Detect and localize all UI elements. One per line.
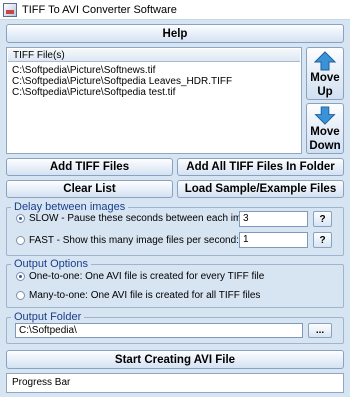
fast-help-label: ?: [319, 234, 326, 246]
add-tiff-files-label: Add TIFF Files: [49, 161, 130, 173]
tiff-file-list[interactable]: TIFF File(s) C:\Softpedia\Picture\Softne…: [6, 47, 302, 154]
start-creating-avi-label: Start Creating AVI File: [114, 353, 236, 366]
app-icon: [3, 2, 17, 17]
slow-seconds-input[interactable]: 3: [239, 211, 308, 227]
fast-rate-input[interactable]: 1: [239, 232, 308, 248]
help-button-label: Help: [162, 27, 188, 40]
add-tiff-files-button[interactable]: Add TIFF Files: [6, 158, 173, 176]
move-up-label-1: Move: [310, 72, 340, 84]
fast-help-button[interactable]: ?: [313, 232, 332, 248]
move-down-button[interactable]: Move Down: [306, 103, 344, 154]
start-creating-avi-button[interactable]: Start Creating AVI File: [6, 350, 344, 369]
slow-help-button[interactable]: ?: [313, 211, 332, 227]
arrow-down-icon: [314, 106, 336, 125]
fast-radio[interactable]: [16, 236, 25, 245]
one-to-one-radio[interactable]: [16, 272, 25, 281]
output-folder-input[interactable]: C:\Softpedia\: [15, 323, 303, 338]
many-to-one-radio[interactable]: [16, 291, 25, 300]
slow-help-label: ?: [319, 213, 326, 225]
clear-list-label: Clear List: [63, 183, 116, 195]
many-to-one-label: Many-to-one: One AVI file is created for…: [29, 290, 261, 301]
progress-bar-label: Progress Bar: [12, 377, 71, 388]
add-all-tiff-in-folder-label: Add All TIFF Files In Folder: [186, 161, 335, 173]
move-down-label-2: Down: [309, 140, 341, 152]
move-up-button[interactable]: Move Up: [306, 47, 344, 100]
move-up-label-2: Up: [317, 86, 333, 98]
arrow-up-icon: [314, 51, 336, 71]
help-button[interactable]: Help: [6, 24, 344, 43]
browse-folder-button[interactable]: ...: [308, 323, 332, 338]
browse-folder-label: ...: [315, 325, 325, 336]
clear-list-button[interactable]: Clear List: [6, 180, 173, 198]
list-header: TIFF File(s): [8, 49, 300, 62]
output-folder-label: Output Folder: [11, 311, 85, 323]
slow-radio[interactable]: [16, 214, 25, 223]
add-all-tiff-in-folder-button[interactable]: Add All TIFF Files In Folder: [177, 158, 344, 176]
list-item[interactable]: C:\Softpedia\Picture\Softpedia test.tif: [12, 87, 175, 98]
fast-label: FAST - Show this many image files per se…: [29, 235, 239, 246]
title-bar: TIFF To AVI Converter Software: [0, 0, 350, 20]
output-options-label: Output Options: [11, 258, 91, 270]
list-item[interactable]: C:\Softpedia\Picture\Softpedia Leaves_HD…: [12, 76, 232, 87]
one-to-one-label: One-to-one: One AVI file is created for …: [29, 271, 265, 282]
delay-group-label: Delay between images: [11, 201, 129, 213]
load-sample-files-button[interactable]: Load Sample/Example Files: [177, 180, 344, 198]
window-title: TIFF To AVI Converter Software: [22, 3, 177, 16]
load-sample-files-label: Load Sample/Example Files: [184, 183, 337, 195]
move-down-label-1: Move: [310, 126, 340, 138]
progress-bar: Progress Bar: [6, 373, 344, 393]
list-item[interactable]: C:\Softpedia\Picture\Softnews.tif: [12, 65, 155, 76]
